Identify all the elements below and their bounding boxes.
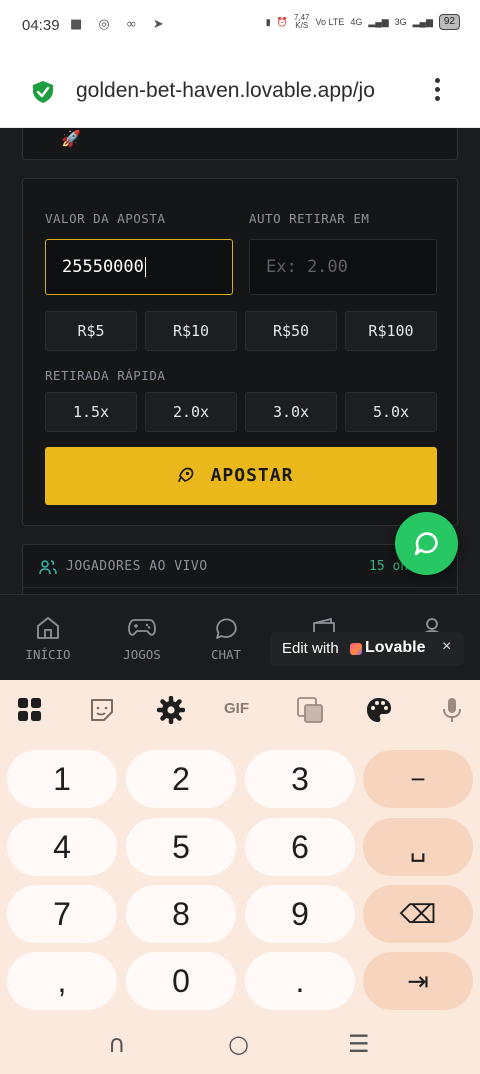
chat-bubble-icon: [414, 532, 438, 556]
secure-shield-icon[interactable]: [32, 80, 54, 104]
quick-5-0x[interactable]: 5.0x: [345, 392, 437, 432]
nav-chat[interactable]: CHAT: [186, 595, 266, 681]
nav-chat-label: CHAT: [210, 647, 242, 662]
gif-button[interactable]: GIF: [224, 700, 258, 728]
settings-gear-icon[interactable]: [157, 696, 185, 724]
nav-inicio[interactable]: INÍCIO: [8, 595, 88, 681]
close-badge-button[interactable]: ×: [442, 638, 451, 656]
divider: [23, 587, 457, 588]
apostar-label: APOSTAR: [210, 465, 294, 486]
quick-2-0x[interactable]: 2.0x: [145, 392, 237, 432]
amount-label: VALOR DA APOSTA: [45, 211, 166, 226]
chip-5[interactable]: R$5: [45, 311, 137, 351]
key-6[interactable]: 6: [245, 818, 355, 876]
back-nav-icon[interactable]: ∩: [108, 1030, 126, 1058]
key-5[interactable]: 5: [126, 818, 236, 876]
nav-jogos-label: JOGOS: [123, 647, 161, 662]
network-4g: 4G: [350, 17, 363, 27]
notification-icons: ■ ◎ ∞ ➤: [70, 17, 170, 32]
alarm-icon: ⏰: [276, 16, 288, 27]
battery-level: 92: [438, 14, 460, 30]
status-time: 04:39: [22, 17, 60, 34]
bet-amount-input[interactable]: 25550000: [45, 239, 233, 295]
key-7[interactable]: 7: [7, 885, 117, 943]
bet-panel: VALOR DA APOSTA AUTO RETIRAR EM 25550000…: [22, 178, 458, 526]
rocket-icon: [178, 467, 194, 482]
status-right: ▮ ⏰ 7,47 K/S Vo LTE 4G ▂▄▆ 3G ▂▄▆ 92: [266, 14, 460, 30]
browser-url-bar: golden-bet-haven.lovable.app/jo: [0, 56, 480, 128]
edit-with-lovable-badge[interactable]: Edit with Lovable ×: [270, 632, 464, 666]
key-4[interactable]: 4: [7, 818, 117, 876]
quick-3-0x[interactable]: 3.0x: [245, 392, 337, 432]
users-icon: [39, 560, 57, 575]
key-comma[interactable]: ,: [7, 952, 117, 1010]
signal-icon-2: ▂▄▆: [412, 16, 433, 27]
key-9[interactable]: 9: [245, 885, 355, 943]
quick-1-5x[interactable]: 1.5x: [45, 392, 137, 432]
auto-cashout-input[interactable]: Ex: 2.00: [249, 239, 437, 295]
chip-100[interactable]: R$100: [345, 311, 437, 351]
lovable-brand: Lovable: [365, 639, 426, 656]
chat-icon: [216, 618, 237, 639]
url-text[interactable]: golden-bet-haven.lovable.app/jo: [76, 79, 406, 103]
key-8[interactable]: 8: [126, 885, 236, 943]
key-2[interactable]: 2: [126, 750, 236, 808]
microphone-icon[interactable]: [438, 696, 466, 724]
key-minus[interactable]: −: [363, 750, 473, 808]
gamepad-icon: [128, 619, 156, 636]
key-3[interactable]: 3: [245, 750, 355, 808]
rocket-icon: 🚀: [61, 129, 81, 148]
app-content: 🚀 VALOR DA APOSTA AUTO RETIRAR EM 255500…: [0, 128, 480, 594]
key-1[interactable]: 1: [7, 750, 117, 808]
live-players-card: JOGADORES AO VIVO 15 on: [22, 544, 458, 594]
edit-with-text: Edit with: [282, 640, 339, 657]
auto-cashout-label: AUTO RETIRAR EM: [249, 211, 370, 226]
key-backspace[interactable]: ⌫: [363, 885, 473, 943]
key-0[interactable]: 0: [126, 952, 236, 1010]
game-area-card: 🚀: [22, 128, 458, 160]
palette-icon[interactable]: [365, 696, 393, 724]
vibrate-icon: ▮: [265, 16, 271, 27]
signal-icon: ▂▄▆: [368, 16, 389, 27]
status-bar: 04:39 ■ ◎ ∞ ➤ ▮ ⏰ 7,47 K/S Vo LTE 4G ▂▄▆ …: [0, 0, 480, 56]
lovable-logo-icon: [350, 643, 362, 655]
apostar-button[interactable]: APOSTAR: [45, 447, 437, 505]
whatsapp-button[interactable]: [395, 512, 458, 575]
nav-jogos[interactable]: JOGOS: [102, 595, 182, 681]
live-players-title: JOGADORES AO VIVO: [66, 559, 208, 574]
volte-label: Vo LTE: [315, 17, 345, 27]
recents-nav-icon[interactable]: ☰: [348, 1030, 370, 1058]
key-period[interactable]: .: [245, 952, 355, 1010]
numeric-keyboard: GIF 1 2 3 − 4 5 6 ␣ 7 8 9 ⌫ , 0 . ⇥ ∩ ○ …: [0, 680, 480, 1074]
key-tab[interactable]: ⇥: [363, 952, 473, 1010]
chip-50[interactable]: R$50: [245, 311, 337, 351]
translate-icon[interactable]: [296, 696, 324, 724]
home-nav-icon[interactable]: ○: [228, 1030, 249, 1058]
key-space[interactable]: ␣: [363, 818, 473, 876]
more-options-icon[interactable]: [430, 78, 444, 106]
sticker-icon[interactable]: [88, 696, 116, 724]
chip-10[interactable]: R$10: [145, 311, 237, 351]
apps-grid-icon[interactable]: [16, 696, 44, 724]
network-3g: 3G: [394, 17, 407, 27]
nav-inicio-label: INÍCIO: [25, 647, 71, 662]
quick-cashout-label: RETIRADA RÁPIDA: [45, 368, 166, 383]
net-speed: 7,47 K/S: [293, 13, 310, 30]
home-icon: [37, 617, 59, 639]
